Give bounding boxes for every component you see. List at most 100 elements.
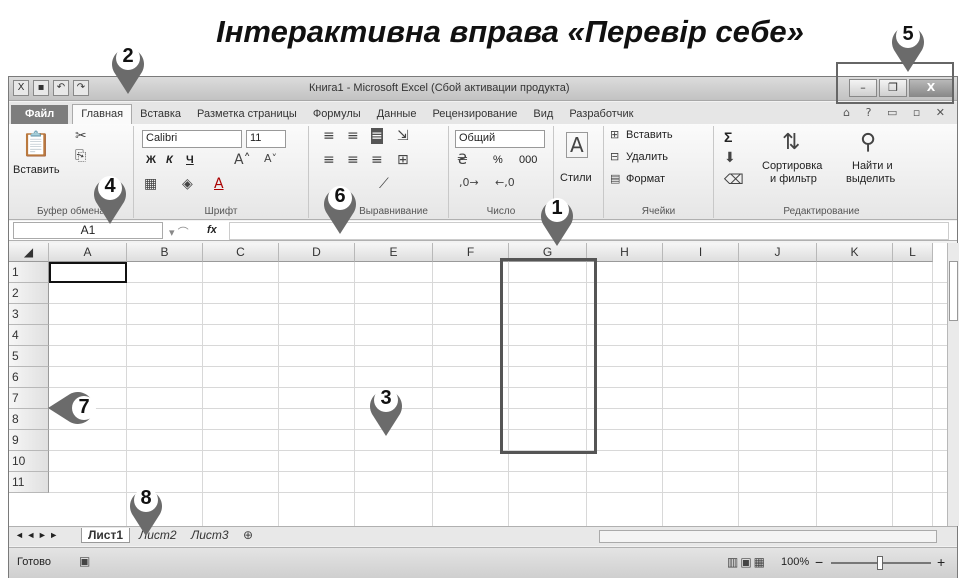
- wrap-text-icon[interactable]: ⇲: [397, 128, 409, 144]
- redo-icon[interactable]: ↷: [73, 80, 89, 96]
- paste-icon[interactable]: 📋: [21, 130, 51, 158]
- row-header-7[interactable]: 7: [9, 388, 49, 409]
- marker-4[interactable]: 4: [88, 170, 132, 226]
- marker-3[interactable]: 3: [364, 382, 408, 438]
- tab-file[interactable]: Файл: [11, 105, 69, 124]
- tab-page-layout[interactable]: Разметка страницы: [189, 105, 305, 124]
- sheet-nav-buttons[interactable]: ◄ ◄ ► ►: [15, 530, 58, 540]
- tab-data[interactable]: Данные: [369, 105, 425, 124]
- new-sheet-icon[interactable]: ⊕: [243, 528, 253, 542]
- row-header-6[interactable]: 6: [9, 367, 49, 388]
- zoom-in-button[interactable]: +: [937, 554, 945, 570]
- currency-icon[interactable]: ₴: [457, 152, 468, 168]
- font-size-box[interactable]: 11: [246, 130, 286, 148]
- binoculars-icon[interactable]: ⚲: [860, 130, 876, 155]
- zoom-out-button[interactable]: −: [815, 554, 823, 570]
- column-header-a[interactable]: A: [49, 243, 127, 262]
- help-icons[interactable]: ⌂ ? ▭ ▫ ✕: [843, 106, 951, 119]
- column-header-e[interactable]: E: [355, 243, 433, 262]
- merge-icon[interactable]: ⊞: [397, 152, 409, 168]
- macro-record-icon[interactable]: ▣: [79, 554, 90, 568]
- format-cells-icon[interactable]: ▤: [610, 172, 620, 185]
- align-right-icon[interactable]: ≡: [371, 152, 383, 168]
- sheet-tab-1[interactable]: Лист1: [81, 528, 131, 543]
- borders-icon[interactable]: ▦: [144, 176, 157, 192]
- marker-5[interactable]: 5: [886, 18, 930, 74]
- marker-2[interactable]: 2: [106, 40, 150, 96]
- align-bottom-icon[interactable]: ≡: [371, 128, 383, 144]
- tab-home[interactable]: Главная: [72, 104, 133, 124]
- paste-button[interactable]: Вставить: [13, 164, 60, 176]
- insert-function-button[interactable]: fx: [207, 224, 217, 236]
- row-header-4[interactable]: 4: [9, 325, 49, 346]
- align-top-icon[interactable]: ≡: [323, 128, 335, 144]
- styles-button[interactable]: Стили: [560, 172, 592, 184]
- format-cells-button[interactable]: Формат: [626, 173, 665, 185]
- align-left-icon[interactable]: ≡: [323, 152, 335, 168]
- column-header-i[interactable]: I: [663, 243, 739, 262]
- orientation-icon[interactable]: ⟋: [379, 176, 389, 192]
- column-header-d[interactable]: D: [279, 243, 355, 262]
- marker-6[interactable]: 6: [318, 180, 362, 236]
- column-header-j[interactable]: J: [739, 243, 817, 262]
- tab-developer[interactable]: Разработчик: [561, 105, 641, 124]
- undo-icon[interactable]: ↶: [53, 80, 69, 96]
- font-color-icon[interactable]: A: [214, 176, 224, 192]
- fill-icon[interactable]: ⬇: [724, 150, 736, 166]
- zoom-slider-thumb[interactable]: [877, 556, 883, 570]
- row-header-8[interactable]: 8: [9, 409, 49, 430]
- row-header-3[interactable]: 3: [9, 304, 49, 325]
- autosum-button[interactable]: Σ: [724, 129, 732, 145]
- save-icon[interactable]: ▪: [33, 80, 49, 96]
- sort-filter-icon[interactable]: ⇅: [782, 130, 800, 155]
- tab-view[interactable]: Вид: [525, 105, 561, 124]
- increase-decimal-icon[interactable]: ,0→: [459, 176, 479, 189]
- column-header-f[interactable]: F: [433, 243, 509, 262]
- column-header-l[interactable]: L: [893, 243, 933, 262]
- insert-cells-icon[interactable]: ⊞: [610, 128, 619, 141]
- tab-formulas[interactable]: Формулы: [305, 105, 369, 124]
- row-header-10[interactable]: 10: [9, 451, 49, 472]
- styles-icon[interactable]: A: [566, 132, 588, 158]
- row-header-1[interactable]: 1: [9, 262, 49, 283]
- vertical-scrollbar[interactable]: [947, 243, 959, 526]
- vertical-scroll-thumb[interactable]: [949, 261, 958, 321]
- percent-button[interactable]: %: [493, 154, 503, 166]
- marker-1[interactable]: 1: [535, 192, 579, 248]
- find-label[interactable]: Найти и: [852, 160, 893, 172]
- sheet-tab-3[interactable]: Лист3: [191, 528, 229, 542]
- marker-7[interactable]: 7: [46, 388, 106, 428]
- row-header-11[interactable]: 11: [9, 472, 49, 493]
- fill-color-icon[interactable]: ◈: [182, 176, 193, 192]
- filter-label[interactable]: и фильтр: [770, 173, 817, 185]
- column-header-c[interactable]: C: [203, 243, 279, 262]
- insert-cells-button[interactable]: Вставить: [626, 129, 673, 141]
- active-cell-a1[interactable]: [49, 262, 127, 283]
- row-header-5[interactable]: 5: [9, 346, 49, 367]
- shrink-font-icon[interactable]: A˅: [264, 152, 277, 165]
- align-center-icon[interactable]: ≡: [347, 152, 359, 168]
- delete-cells-button[interactable]: Удалить: [626, 151, 668, 163]
- column-header-h[interactable]: H: [587, 243, 663, 262]
- column-header-b[interactable]: B: [127, 243, 203, 262]
- zoom-level[interactable]: 100%: [781, 556, 809, 568]
- column-header-k[interactable]: K: [817, 243, 893, 262]
- align-middle-icon[interactable]: ≡: [347, 128, 359, 144]
- font-name-box[interactable]: Calibri: [142, 130, 242, 148]
- bold-button[interactable]: Ж: [146, 154, 156, 166]
- name-box-dropdown-icon[interactable]: ▾ ⌒: [169, 224, 189, 240]
- underline-button[interactable]: Ч: [186, 154, 194, 166]
- tab-review[interactable]: Рецензирование: [424, 105, 525, 124]
- sort-label[interactable]: Сортировка: [762, 160, 822, 172]
- tab-insert[interactable]: Вставка: [132, 105, 189, 124]
- select-label[interactable]: выделить: [846, 173, 895, 185]
- copy-icon[interactable]: ⎘: [75, 148, 86, 164]
- decrease-decimal-icon[interactable]: ←,0: [495, 176, 515, 189]
- cut-icon[interactable]: ✂: [75, 128, 87, 144]
- view-buttons-icon[interactable]: ▥▣▦: [727, 555, 767, 569]
- select-all-corner[interactable]: ◢: [9, 243, 49, 262]
- row-header-2[interactable]: 2: [9, 283, 49, 304]
- excel-icon[interactable]: X: [13, 80, 29, 96]
- grow-font-icon[interactable]: A˄: [234, 152, 251, 168]
- clear-icon[interactable]: ⌫: [724, 172, 744, 188]
